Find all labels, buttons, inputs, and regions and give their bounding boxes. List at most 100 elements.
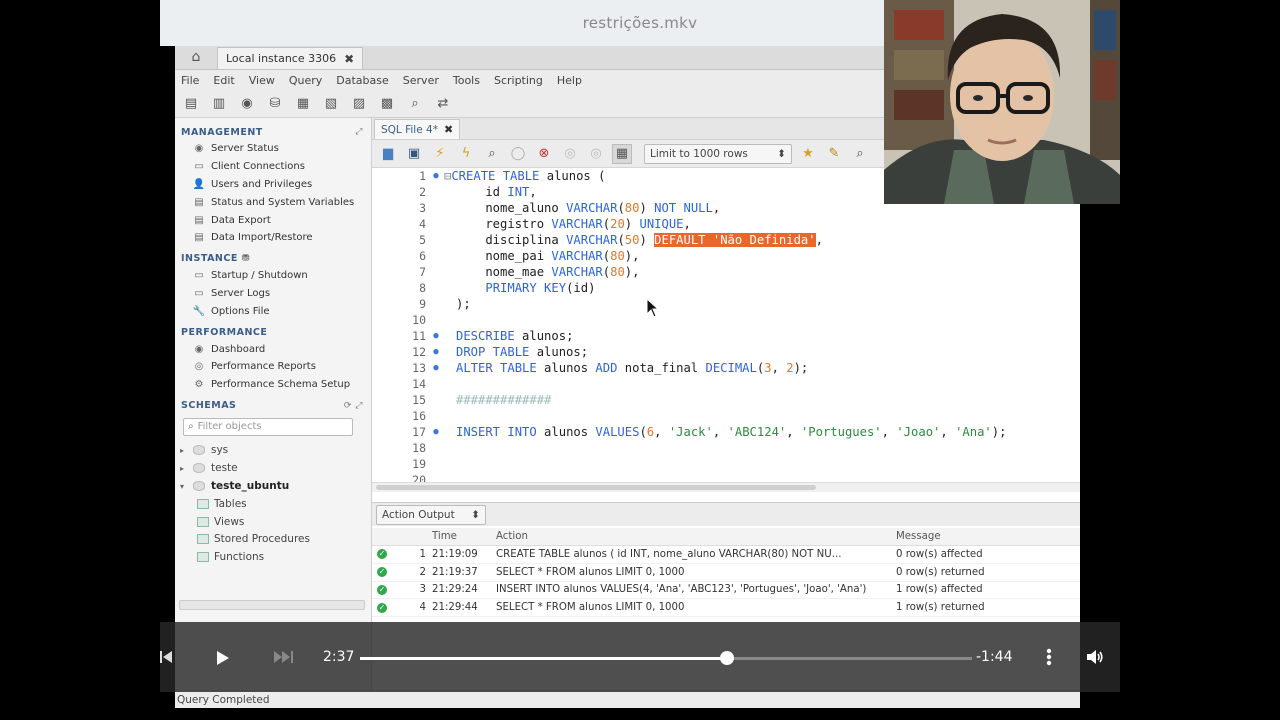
- schema-teste-ubuntu[interactable]: ▾ teste_ubuntu: [175, 477, 371, 495]
- schemas-actions-icon[interactable]: ⟳ ⤢: [344, 401, 363, 411]
- search-icon[interactable]: ⌕: [850, 144, 870, 164]
- seek-handle[interactable]: [720, 651, 735, 665]
- home-icon[interactable]: ⌂: [175, 46, 217, 69]
- explain-icon[interactable]: ⌕: [482, 144, 502, 164]
- nav-label: Data Export: [211, 214, 271, 226]
- menu-database[interactable]: Database: [336, 74, 389, 87]
- reconnect-icon[interactable]: ⇄: [433, 94, 453, 114]
- skip-forward-icon[interactable]: [274, 650, 294, 664]
- scroll-thumb[interactable]: [376, 485, 816, 490]
- line-number: 9: [419, 297, 426, 311]
- sql-file-tab[interactable]: SQL File 4* ✖: [374, 119, 461, 139]
- execute-icon[interactable]: ⚡: [430, 144, 450, 164]
- nav-client-connections[interactable]: ▭ Client Connections: [175, 158, 371, 176]
- beautify-icon[interactable]: ★: [798, 144, 818, 164]
- line-number: 8: [419, 281, 426, 295]
- toggle-error-icon[interactable]: ⊗: [534, 144, 554, 164]
- execute-current-icon[interactable]: ϟ: [456, 144, 476, 164]
- table-row[interactable]: ✓ 4 21:29:44 SELECT * FROM alunos LIMIT …: [372, 599, 1080, 618]
- menu-tools[interactable]: Tools: [453, 74, 480, 87]
- nav-performance-reports[interactable]: ◎ Performance Reports: [175, 358, 371, 376]
- find-icon[interactable]: ✎: [824, 144, 844, 164]
- menu-help[interactable]: Help: [557, 74, 582, 87]
- table-row[interactable]: ✓ 3 21:29:24 INSERT INTO alunos VALUES(4…: [372, 581, 1080, 600]
- sql-code-editor[interactable]: 1 ● ⊟CREATE TABLE alunos ( 2 id INT, 3 nom…: [372, 168, 1080, 482]
- create-table-icon[interactable]: ▦: [293, 94, 313, 114]
- create-procedure-icon[interactable]: ▨: [349, 94, 369, 114]
- output-toolbar: Action Output ⬍: [372, 502, 1080, 526]
- menu-file[interactable]: File: [181, 74, 199, 87]
- create-schema-icon[interactable]: ⛁: [265, 94, 285, 114]
- close-icon[interactable]: ✖: [444, 123, 453, 136]
- seek-bar[interactable]: [360, 651, 972, 665]
- schema-tables[interactable]: Tables: [175, 495, 371, 513]
- create-view-icon[interactable]: ▧: [321, 94, 341, 114]
- menu-view[interactable]: View: [249, 74, 275, 87]
- rollback-icon[interactable]: ◎: [586, 144, 606, 164]
- close-icon[interactable]: ✖: [344, 52, 354, 66]
- schema-label: teste: [211, 462, 238, 475]
- menu-edit[interactable]: Edit: [213, 74, 234, 87]
- play-icon[interactable]: [216, 650, 230, 666]
- filter-objects-input[interactable]: ⌕ Filter objects: [183, 417, 353, 436]
- column-header-time[interactable]: Time: [432, 531, 496, 542]
- column-header-action[interactable]: Action: [496, 531, 896, 542]
- chevron-right-icon[interactable]: ▸: [177, 464, 187, 473]
- code-text: DESCRIBE alunos;: [456, 329, 574, 343]
- schema-sys[interactable]: ▸ sys: [175, 442, 371, 460]
- nav-startup-shutdown[interactable]: ▭ Startup / Shutdown: [175, 267, 371, 285]
- nav-performance-schema-setup[interactable]: ⚙ Performance Schema Setup: [175, 376, 371, 394]
- nav-data-import[interactable]: ▤ Data Import/Restore: [175, 229, 371, 247]
- sidebar-scrollbar[interactable]: [179, 600, 365, 610]
- code-text: INSERT INTO alunos VALUES(6, 'Jack', 'AB…: [456, 425, 1007, 439]
- editor-horizontal-scrollbar[interactable]: [372, 482, 1080, 492]
- autocommit-icon[interactable]: ▦: [612, 143, 632, 164]
- menu-query[interactable]: Query: [289, 74, 322, 87]
- nav-data-export[interactable]: ▤ Data Export: [175, 211, 371, 229]
- chevron-right-icon[interactable]: ▸: [177, 446, 187, 455]
- stop-icon[interactable]: ◯: [508, 144, 528, 164]
- schema-stored-procedures[interactable]: Stored Procedures: [175, 531, 371, 549]
- column-header-message[interactable]: Message: [896, 531, 1080, 542]
- code-line: 18: [372, 440, 1080, 456]
- success-check-icon: ✓: [377, 549, 387, 560]
- open-file-icon[interactable]: ▆: [378, 144, 398, 164]
- row-time: 21:29:44: [432, 602, 478, 614]
- instance-tab[interactable]: Local instance 3306 ✖: [217, 47, 364, 69]
- commit-icon[interactable]: ◎: [560, 144, 580, 164]
- expand-icon[interactable]: ⤢: [355, 127, 363, 137]
- nav-server-status[interactable]: ◉ Server Status: [175, 140, 371, 158]
- nav-server-logs[interactable]: ▭ Server Logs: [175, 285, 371, 303]
- schema-teste[interactable]: ▸ teste: [175, 459, 371, 477]
- new-sql-tab-icon[interactable]: ▤: [181, 94, 201, 114]
- more-options-icon[interactable]: [1046, 648, 1052, 666]
- instance-tab-label: Local instance 3306: [226, 52, 337, 65]
- table-row[interactable]: ✓ 2 21:19:37 SELECT * FROM alunos LIMIT …: [372, 563, 1080, 582]
- nav-options-file[interactable]: 🔧 Options File: [175, 302, 371, 320]
- remaining-time: -1:44: [976, 649, 1013, 665]
- volume-icon[interactable]: [1086, 649, 1104, 665]
- skip-back-icon[interactable]: [160, 650, 172, 664]
- row-message: 1 row(s) returned: [896, 602, 985, 614]
- inspector-icon[interactable]: ◉: [237, 94, 257, 114]
- save-icon[interactable]: ▣: [404, 144, 424, 164]
- create-function-icon[interactable]: ▩: [377, 94, 397, 114]
- open-sql-file-icon[interactable]: ▥: [209, 94, 229, 114]
- import-icon: ▤: [194, 232, 204, 244]
- limit-rows-select[interactable]: Limit to 1000 rows ⬍: [644, 143, 792, 164]
- schema-views[interactable]: Views: [175, 513, 371, 531]
- nav-dashboard[interactable]: ◉ Dashboard: [175, 340, 371, 358]
- schema-functions[interactable]: Functions: [175, 548, 371, 566]
- nav-status-variables[interactable]: ▤ Status and System Variables: [175, 193, 371, 211]
- output-type-select[interactable]: Action Output ⬍: [376, 504, 486, 525]
- menu-server[interactable]: Server: [403, 74, 439, 87]
- database-icon: [193, 481, 205, 492]
- table-row[interactable]: ✓ 1 21:19:09 CREATE TABLE alunos ( id IN…: [372, 546, 1080, 564]
- nav-users-privileges[interactable]: 👤 Users and Privileges: [175, 176, 371, 194]
- row-action: CREATE TABLE alunos ( id INT, nome_aluno…: [496, 548, 842, 560]
- filter-placeholder: Filter objects: [197, 421, 262, 433]
- code-line: 11 ● DESCRIBE alunos;: [372, 328, 1080, 344]
- menu-scripting[interactable]: Scripting: [494, 74, 543, 87]
- chevron-down-icon[interactable]: ▾: [177, 482, 187, 491]
- search-table-icon[interactable]: ⌕: [405, 94, 425, 114]
